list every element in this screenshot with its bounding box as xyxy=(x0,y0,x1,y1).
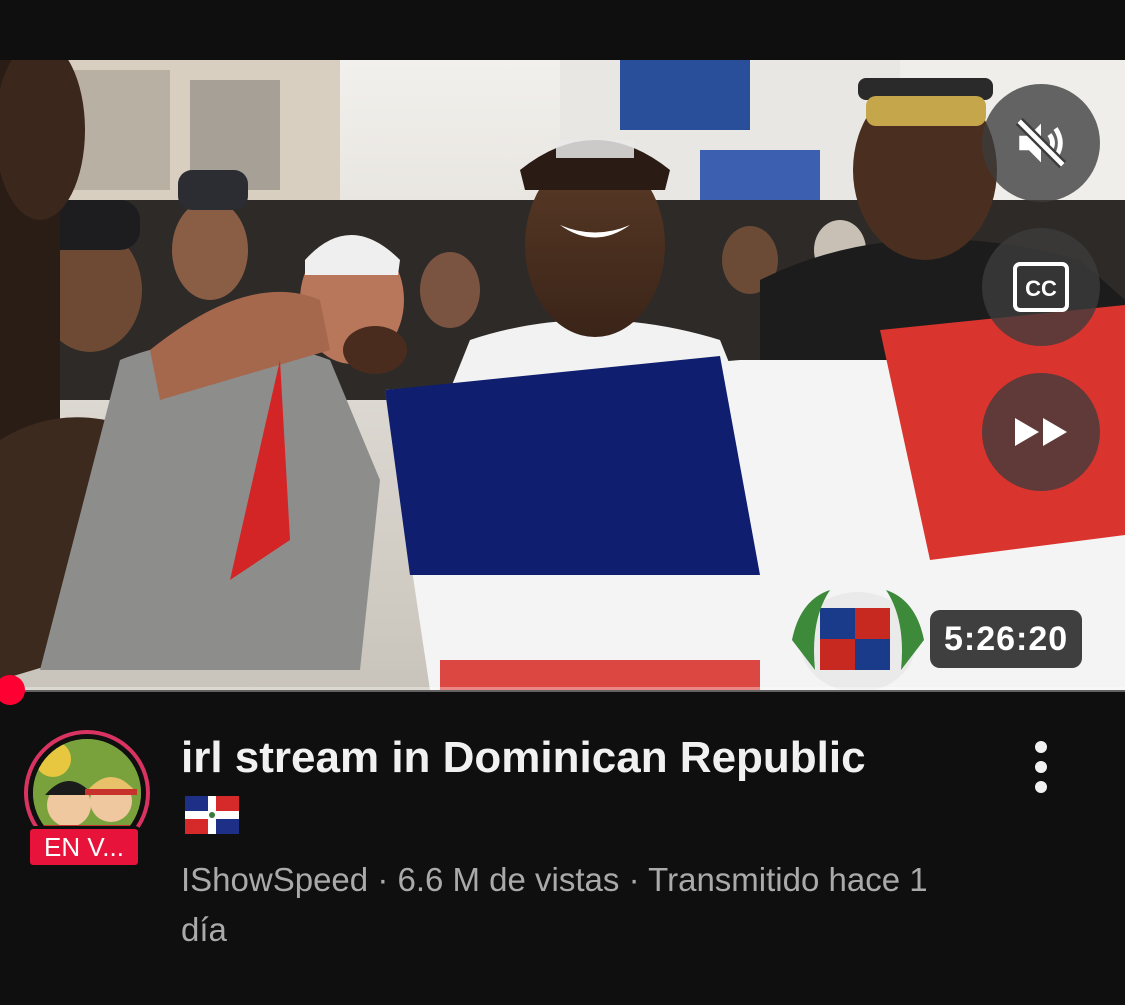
captions-button[interactable]: CC xyxy=(982,228,1100,346)
kebab-dot-icon xyxy=(1035,741,1047,753)
fast-forward-icon xyxy=(1015,418,1067,446)
video-title[interactable]: irl stream in Dominican Republic xyxy=(181,730,981,786)
live-badge: EN V... xyxy=(27,826,141,868)
view-count: 6.6 M de vistas xyxy=(397,861,620,898)
video-metadata: IShowSpeed · 6.6 M de vistas · Transmiti… xyxy=(181,855,981,955)
progress-track[interactable] xyxy=(0,687,1125,692)
video-thumbnail[interactable]: CC 5:26:20 xyxy=(0,60,1125,690)
dominican-flag-emoji xyxy=(185,796,239,834)
thumbnail-image xyxy=(0,60,1125,690)
channel-avatar[interactable]: EN V... xyxy=(24,730,156,868)
duration-badge: 5:26:20 xyxy=(930,610,1083,668)
kebab-dot-icon xyxy=(1035,761,1047,773)
volume-muted-icon xyxy=(1015,117,1067,169)
closed-captions-icon: CC xyxy=(1013,262,1069,312)
captions-label: CC xyxy=(1025,276,1057,301)
mute-button[interactable] xyxy=(982,84,1100,202)
progress-scrubber[interactable] xyxy=(0,675,25,705)
separator: · xyxy=(377,861,389,898)
more-options-button[interactable] xyxy=(1014,733,1068,801)
video-card[interactable]: CC 5:26:20 EN V... irl stream in Dominic… xyxy=(0,0,1125,1005)
separator: · xyxy=(628,861,640,898)
channel-name[interactable]: IShowSpeed xyxy=(181,861,368,898)
fast-forward-button[interactable] xyxy=(982,373,1100,491)
kebab-dot-icon xyxy=(1035,781,1047,793)
